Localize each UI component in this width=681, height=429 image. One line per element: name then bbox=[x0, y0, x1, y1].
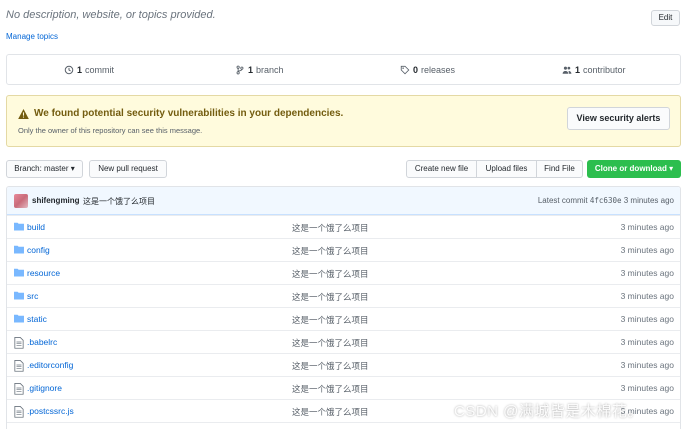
file-name-link[interactable]: resource bbox=[27, 268, 60, 278]
branches-count: 1 bbox=[248, 64, 254, 75]
file-name-link[interactable]: config bbox=[27, 245, 50, 255]
table-row: config 这是一个饿了么项目 3 minutes ago bbox=[7, 238, 680, 261]
branches-link[interactable]: 1 branch bbox=[235, 55, 284, 84]
branch-icon bbox=[236, 65, 244, 74]
releases-link[interactable]: 0 releases bbox=[400, 55, 455, 84]
alert-subtitle: Only the owner of this repository can se… bbox=[18, 126, 203, 135]
table-row: .babelrc 这是一个饿了么项目 3 minutes ago bbox=[7, 330, 680, 353]
file-name-link[interactable]: .gitignore bbox=[27, 383, 62, 393]
history-icon bbox=[64, 65, 74, 74]
file-icon bbox=[14, 383, 24, 395]
releases-label: releases bbox=[421, 64, 456, 75]
view-security-alerts-button[interactable]: View security alerts bbox=[567, 107, 670, 130]
file-icon bbox=[14, 337, 24, 349]
branches-label: branch bbox=[256, 64, 284, 75]
table-row: build 这是一个饿了么项目 3 minutes ago bbox=[7, 215, 680, 238]
security-alert: We found potential security vulnerabilit… bbox=[6, 95, 681, 147]
clone-or-download-button[interactable]: Clone or download ▾ bbox=[587, 160, 681, 178]
folder-icon bbox=[14, 268, 24, 278]
file-age: 3 minutes ago bbox=[620, 245, 674, 255]
repo-summary-bar: 1 commit 1 branch 0 releases 1 contribut… bbox=[6, 54, 681, 85]
table-row: .editorconfig 这是一个饿了么项目 3 minutes ago bbox=[7, 353, 680, 376]
find-file-button[interactable]: Find File bbox=[536, 160, 583, 178]
file-actions-group: Create new file Upload files Find File bbox=[406, 160, 583, 178]
contributors-label: contributor bbox=[583, 64, 626, 75]
file-commit-message[interactable]: 这是一个饿了么项目 bbox=[292, 222, 369, 234]
avatar[interactable] bbox=[14, 194, 28, 208]
file-commit-message[interactable]: 这是一个饿了么项目 bbox=[292, 245, 369, 257]
create-new-file-button[interactable]: Create new file bbox=[406, 160, 477, 178]
latest-commit-bar: shifengming 这是一个饿了么项目 Latest commit 4fc6… bbox=[7, 187, 680, 215]
file-icon bbox=[14, 360, 24, 372]
branch-select-button[interactable]: Branch: master ▾ bbox=[6, 160, 83, 178]
file-name-link[interactable]: build bbox=[27, 222, 45, 232]
people-icon bbox=[562, 66, 572, 74]
table-row: README.md这是一个饿了么项目3 minutes ago bbox=[7, 422, 680, 429]
commit-message[interactable]: 这是一个饿了么项目 bbox=[83, 196, 155, 207]
contributors-count: 1 bbox=[575, 64, 581, 75]
file-age: 3 minutes ago bbox=[620, 314, 674, 324]
latest-commit-info: Latest commit 4fc630e 3 minutes ago bbox=[538, 196, 674, 205]
file-commit-message[interactable]: 这是一个饿了么项目 bbox=[292, 268, 369, 280]
file-name-link[interactable]: .babelrc bbox=[27, 337, 57, 347]
file-table: shifengming 这是一个饿了么项目 Latest commit 4fc6… bbox=[6, 186, 681, 429]
latest-commit-label: Latest commit bbox=[537, 196, 588, 205]
file-commit-message[interactable]: 这是一个饿了么项目 bbox=[292, 291, 369, 303]
file-age: 3 minutes ago bbox=[620, 337, 674, 347]
table-row: src 这是一个饿了么项目 3 minutes ago bbox=[7, 284, 680, 307]
file-commit-message[interactable]: 这是一个饿了么项目 bbox=[292, 406, 369, 418]
commits-count: 1 bbox=[77, 64, 83, 75]
manage-topics-link[interactable]: Manage topics bbox=[6, 32, 58, 41]
file-name-link[interactable]: .editorconfig bbox=[27, 360, 73, 370]
warning-icon bbox=[18, 108, 29, 119]
file-name-link[interactable]: .postcssrc.js bbox=[27, 406, 74, 416]
file-age: 3 minutes ago bbox=[620, 383, 674, 393]
commit-sha[interactable]: 4fc630e bbox=[590, 196, 622, 205]
file-age: 3 minutes ago bbox=[620, 360, 674, 370]
commit-time: 3 minutes ago bbox=[623, 196, 674, 205]
tag-icon bbox=[400, 65, 410, 74]
commits-label: commit bbox=[85, 64, 115, 75]
file-icon bbox=[14, 406, 24, 418]
watermark: CSDN @满城皆是木棉花。 bbox=[454, 403, 643, 420]
file-age: 3 minutes ago bbox=[620, 268, 674, 278]
releases-count: 0 bbox=[413, 64, 419, 75]
folder-icon bbox=[14, 222, 24, 232]
folder-icon bbox=[14, 245, 24, 255]
file-commit-message[interactable]: 这是一个饿了么项目 bbox=[292, 383, 369, 395]
file-age: 3 minutes ago bbox=[620, 222, 674, 232]
file-name-link[interactable]: src bbox=[27, 291, 38, 301]
alert-title: We found potential security vulnerabilit… bbox=[34, 108, 344, 119]
upload-files-button[interactable]: Upload files bbox=[476, 160, 537, 178]
file-commit-message[interactable]: 这是一个饿了么项目 bbox=[292, 337, 369, 349]
file-name-link[interactable]: static bbox=[27, 314, 47, 324]
folder-icon bbox=[14, 291, 24, 301]
folder-icon bbox=[14, 314, 24, 324]
file-commit-message[interactable]: 这是一个饿了么项目 bbox=[292, 360, 369, 372]
commit-author[interactable]: shifengming bbox=[32, 196, 80, 205]
file-age: 3 minutes ago bbox=[620, 291, 674, 301]
edit-button[interactable]: Edit bbox=[651, 10, 680, 26]
file-commit-message[interactable]: 这是一个饿了么项目 bbox=[292, 314, 369, 326]
contributors-link[interactable]: 1 contributor bbox=[562, 55, 626, 84]
table-row: .gitignore 这是一个饿了么项目 3 minutes ago bbox=[7, 376, 680, 399]
table-row: resource 这是一个饿了么项目 3 minutes ago bbox=[7, 261, 680, 284]
repo-description: No description, website, or topics provi… bbox=[6, 9, 216, 21]
table-row: static 这是一个饿了么项目 3 minutes ago bbox=[7, 307, 680, 330]
alert-title-row: We found potential security vulnerabilit… bbox=[18, 108, 343, 119]
new-pull-request-button[interactable]: New pull request bbox=[89, 160, 167, 178]
commits-link[interactable]: 1 commit bbox=[64, 55, 114, 84]
